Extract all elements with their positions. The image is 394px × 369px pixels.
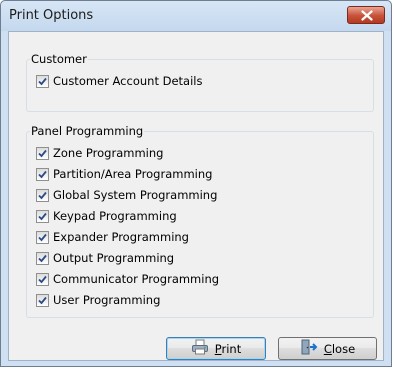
window-close-button[interactable] [347, 6, 385, 24]
close-label-rest: lose [331, 341, 356, 356]
close-icon [361, 10, 373, 21]
exit-door-icon [300, 339, 318, 358]
checkbox-customer-account-details[interactable]: Customer Account Details [36, 73, 202, 89]
checkmark-icon [38, 233, 47, 241]
customer-group-title: Customer [31, 52, 87, 66]
checkbox-expander-programming[interactable]: Expander Programming [36, 229, 189, 245]
checkbox-label: Communicator Programming [53, 272, 220, 286]
dialog-body: Customer Customer Account Details Panel … [8, 31, 384, 361]
checkbox-label: Global System Programming [53, 188, 218, 202]
checkbox-communicator-programming[interactable]: Communicator Programming [36, 271, 219, 287]
print-button[interactable]: Print [166, 337, 266, 360]
print-options-window: Print Options Customer Customer Account … [0, 0, 392, 367]
checkbox-box[interactable] [36, 230, 49, 244]
checkbox-label: Expander Programming [53, 230, 189, 244]
close-accelerator: C [323, 341, 332, 356]
title-bar: Print Options [1, 1, 391, 31]
checkbox-box[interactable] [36, 293, 49, 307]
checkbox-partition-area-programming[interactable]: Partition/Area Programming [36, 166, 212, 182]
checkbox-box[interactable] [36, 272, 49, 286]
checkbox-label: User Programming [53, 293, 161, 307]
checkbox-box[interactable] [36, 209, 49, 223]
checkmark-icon [38, 212, 47, 220]
checkmark-icon [38, 254, 47, 262]
checkmark-icon [38, 170, 47, 178]
print-accelerator: P [214, 341, 222, 356]
checkbox-label: Customer Account Details [53, 74, 203, 88]
checkmark-icon [38, 191, 47, 199]
checkbox-box[interactable] [36, 188, 49, 202]
checkbox-label: Zone Programming [53, 146, 164, 160]
checkbox-label: Output Programming [53, 251, 175, 265]
checkbox-label: Keypad Programming [53, 209, 177, 223]
customer-group: Customer Customer Account Details [26, 52, 374, 112]
window-title: Print Options [9, 8, 94, 23]
checkbox-label: Partition/Area Programming [53, 167, 213, 181]
checkbox-user-programming[interactable]: User Programming [36, 292, 160, 308]
print-label: Print [215, 342, 241, 356]
checkmark-icon [38, 149, 47, 157]
checkbox-output-programming[interactable]: Output Programming [36, 250, 174, 266]
panel-programming-group-title: Panel Programming [31, 124, 144, 138]
checkbox-box[interactable] [36, 146, 49, 160]
close-label: Close [324, 342, 355, 356]
checkbox-keypad-programming[interactable]: Keypad Programming [36, 208, 177, 224]
close-button[interactable]: Close [278, 337, 377, 360]
checkbox-box[interactable] [36, 74, 49, 88]
checkbox-box[interactable] [36, 167, 49, 181]
checkmark-icon [38, 77, 47, 85]
checkmark-icon [38, 296, 47, 304]
printer-icon [191, 339, 209, 358]
checkbox-box[interactable] [36, 251, 49, 265]
checkbox-global-system-programming[interactable]: Global System Programming [36, 187, 217, 203]
checkmark-icon [38, 275, 47, 283]
checkbox-zone-programming[interactable]: Zone Programming [36, 145, 163, 161]
panel-programming-group: Panel Programming Zone Programming Parti… [26, 124, 374, 318]
print-label-rest: rint [221, 341, 242, 356]
